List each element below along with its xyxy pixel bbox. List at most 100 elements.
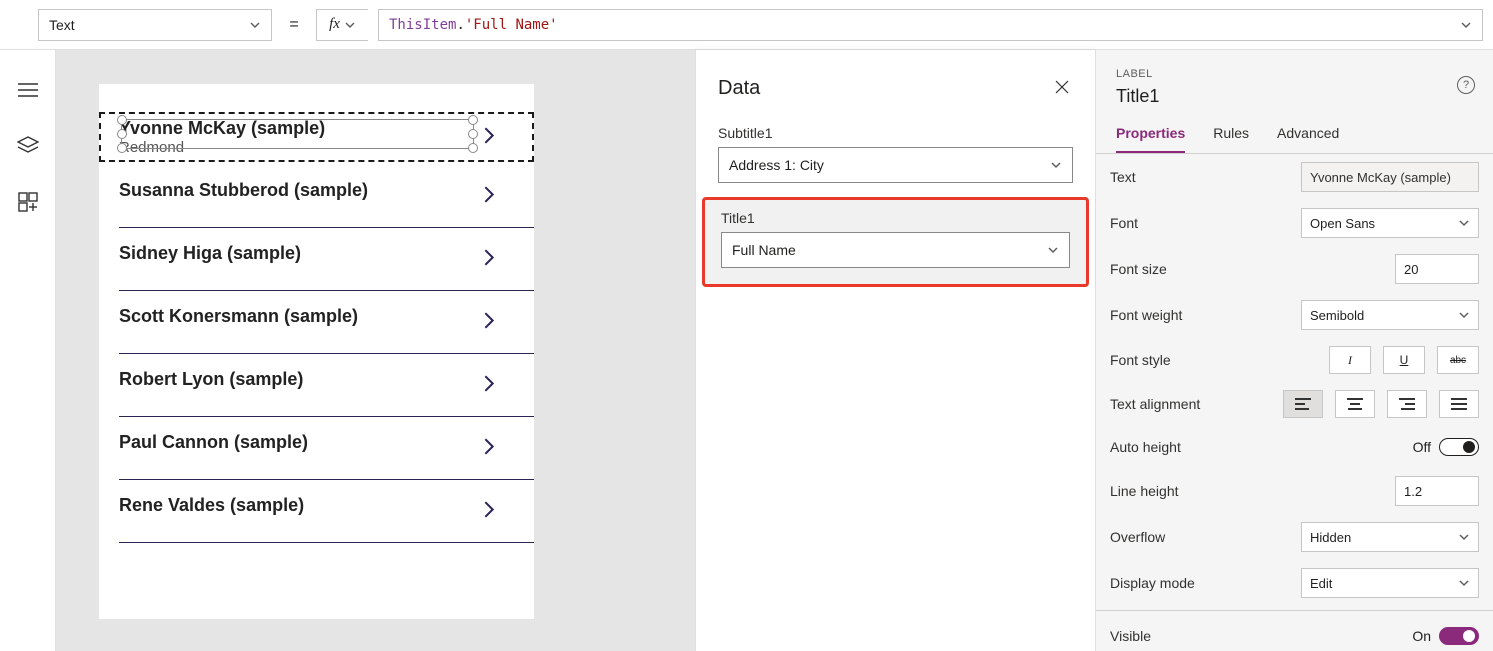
tab-advanced[interactable]: Advanced <box>1277 125 1339 153</box>
properties-panel: LABEL Title1 ? Properties Rules Advanced… <box>1095 50 1493 651</box>
prop-label: Line height <box>1110 483 1179 499</box>
gallery-item[interactable]: Robert Lyon (sample) <box>99 353 534 416</box>
resize-handle[interactable] <box>117 143 127 153</box>
help-icon[interactable]: ? <box>1457 76 1475 94</box>
resize-handle[interactable] <box>117 115 127 125</box>
prop-fontsize-input[interactable]: 20 <box>1395 254 1479 284</box>
prop-overflow-select[interactable]: Hidden <box>1301 522 1479 552</box>
prop-label: Text <box>1110 169 1136 185</box>
formula-input[interactable]: ThisItem.'Full Name' <box>378 9 1483 41</box>
prop-displaymode-select[interactable]: Edit <box>1301 568 1479 598</box>
chevron-down-icon <box>249 19 261 31</box>
align-justify-button[interactable] <box>1439 390 1479 418</box>
prop-row-displaymode: Display mode Edit <box>1096 560 1493 606</box>
prop-fontweight-select[interactable]: Semibold <box>1301 300 1479 330</box>
data-panel-title: Data <box>718 77 760 100</box>
item-title: Robert Lyon (sample) <box>119 369 514 390</box>
align-right-button[interactable] <box>1387 390 1427 418</box>
toggle-state: Off <box>1413 439 1431 455</box>
item-title: Paul Cannon (sample) <box>119 432 514 453</box>
property-selector-value: Text <box>49 17 75 33</box>
prop-row-fontsize: Font size 20 <box>1096 246 1493 292</box>
data-field-title-highlighted: Title1 Full Name <box>702 197 1089 287</box>
formula-text: ThisItem.'Full Name' <box>389 17 558 33</box>
autoheight-toggle[interactable] <box>1439 438 1479 456</box>
chevron-down-icon <box>1458 577 1470 589</box>
properties-tabs: Properties Rules Advanced <box>1096 111 1493 154</box>
prop-label: Font size <box>1110 261 1167 277</box>
prop-label: Display mode <box>1110 575 1195 591</box>
chevron-down-icon <box>1458 531 1470 543</box>
resize-handle[interactable] <box>468 143 478 153</box>
toggle-state: On <box>1412 628 1431 644</box>
chevron-down-icon <box>1460 19 1472 31</box>
item-title: Scott Konersmann (sample) <box>119 306 514 327</box>
prop-label: Auto height <box>1110 439 1181 455</box>
resize-handle[interactable] <box>468 129 478 139</box>
prop-text-value[interactable]: Yvonne McKay (sample) <box>1301 162 1479 192</box>
insert-icon[interactable] <box>16 190 40 214</box>
field-select-title[interactable]: Full Name <box>721 232 1070 268</box>
layers-icon[interactable] <box>16 134 40 158</box>
align-left-button[interactable] <box>1283 390 1323 418</box>
tree-view-icon[interactable] <box>16 78 40 102</box>
chevron-down-icon <box>1458 309 1470 321</box>
close-icon[interactable] <box>1051 76 1073 101</box>
gallery-item-selected[interactable]: Yvonne McKay (sample) Redmond <box>99 112 534 162</box>
gallery-item[interactable]: Sidney Higa (sample) <box>99 227 534 290</box>
gallery-item[interactable]: Paul Cannon (sample) <box>99 416 534 479</box>
strikethrough-button[interactable]: abc <box>1437 346 1479 374</box>
chevron-right-icon[interactable] <box>478 435 500 460</box>
underline-button[interactable]: U <box>1383 346 1425 374</box>
resize-handle[interactable] <box>468 115 478 125</box>
prop-lineheight-input[interactable]: 1.2 <box>1395 476 1479 506</box>
chevron-down-icon <box>344 19 356 31</box>
prop-label: Text alignment <box>1110 396 1200 412</box>
selection-box[interactable] <box>121 119 474 149</box>
prop-label: Visible <box>1110 628 1151 644</box>
tab-rules[interactable]: Rules <box>1213 125 1249 153</box>
control-name: Title1 <box>1116 86 1473 107</box>
item-title: Sidney Higa (sample) <box>119 243 514 264</box>
chevron-right-icon[interactable] <box>478 309 500 334</box>
property-selector[interactable]: Text <box>38 9 272 41</box>
prop-row-alignment: Text alignment <box>1096 382 1493 426</box>
app-screen: Yvonne McKay (sample) Redmond Susanna St… <box>99 84 534 619</box>
prop-label: Overflow <box>1110 529 1165 545</box>
item-title: Rene Valdes (sample) <box>119 495 514 516</box>
fx-label: fx <box>329 16 340 33</box>
prop-row-font: Font Open Sans <box>1096 200 1493 246</box>
resize-handle[interactable] <box>117 129 127 139</box>
canvas-area[interactable]: Yvonne McKay (sample) Redmond Susanna St… <box>56 50 695 651</box>
chevron-down-icon <box>1047 244 1059 256</box>
left-rail <box>0 50 56 651</box>
align-center-button[interactable] <box>1335 390 1375 418</box>
field-select-value: Address 1: City <box>729 157 824 173</box>
chevron-right-icon[interactable] <box>478 246 500 271</box>
fx-button[interactable]: fx <box>316 9 368 41</box>
prop-font-select[interactable]: Open Sans <box>1301 208 1479 238</box>
prop-row-fontstyle: Font style I U abc <box>1096 338 1493 382</box>
prop-row-visible: Visible On <box>1096 615 1493 651</box>
chevron-right-icon[interactable] <box>478 498 500 523</box>
gallery-item[interactable]: Rene Valdes (sample) <box>99 479 534 542</box>
italic-button[interactable]: I <box>1329 346 1371 374</box>
chevron-right-icon[interactable] <box>478 372 500 397</box>
prop-row-fontweight: Font weight Semibold <box>1096 292 1493 338</box>
equals-sign: = <box>282 16 306 34</box>
gallery-item[interactable]: Susanna Stubberod (sample) <box>99 164 534 227</box>
chevron-right-icon[interactable] <box>478 183 500 208</box>
prop-label: Font style <box>1110 352 1171 368</box>
chevron-right-icon[interactable] <box>478 125 500 150</box>
data-panel: Data Subtitle1 Address 1: City Title1 Fu… <box>695 50 1095 651</box>
tab-properties[interactable]: Properties <box>1116 125 1185 153</box>
gallery-item[interactable]: Scott Konersmann (sample) <box>99 290 534 353</box>
prop-row-lineheight: Line height 1.2 <box>1096 468 1493 514</box>
field-select-subtitle[interactable]: Address 1: City <box>718 147 1073 183</box>
field-label: Subtitle1 <box>718 125 1073 141</box>
control-kind: LABEL <box>1116 68 1473 80</box>
visible-toggle[interactable] <box>1439 627 1479 645</box>
field-select-value: Full Name <box>732 242 796 258</box>
prop-label: Font <box>1110 215 1138 231</box>
chevron-down-icon <box>1050 159 1062 171</box>
